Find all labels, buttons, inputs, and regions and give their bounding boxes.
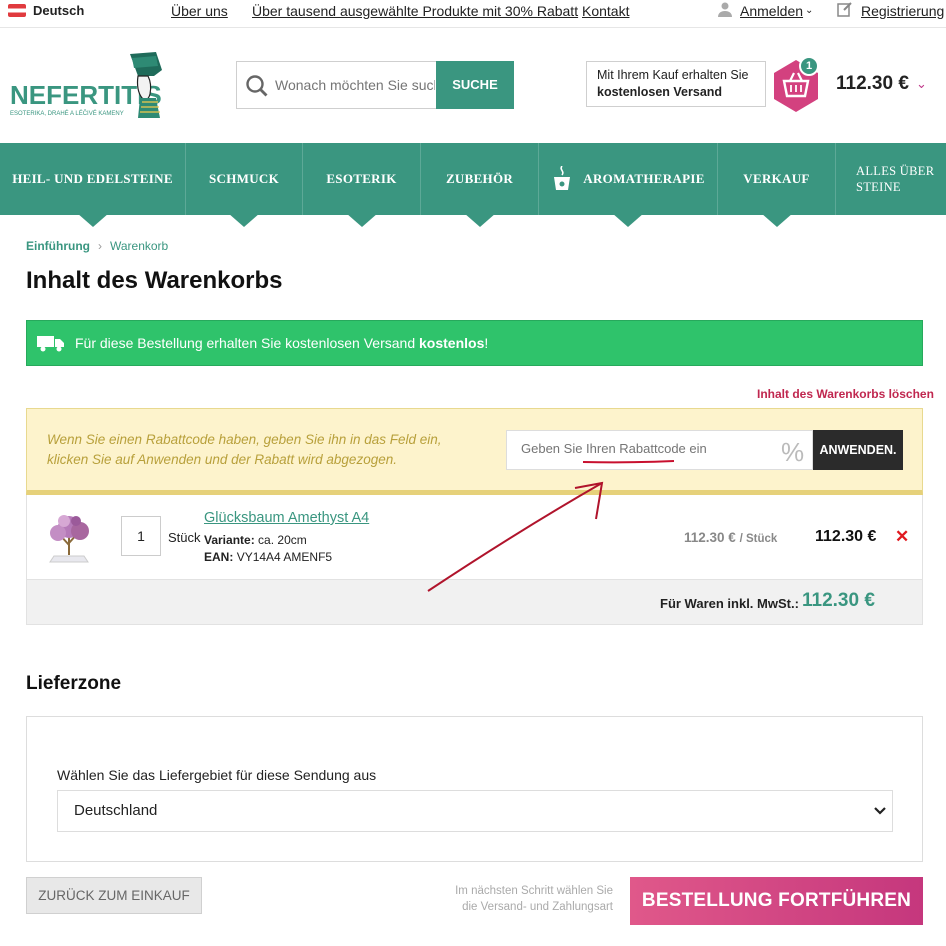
page-title: Inhalt des Warenkorbs: [26, 267, 283, 294]
unit-price: 112.30 € / Stück: [684, 530, 777, 545]
product-thumbnail[interactable]: [38, 507, 100, 567]
unit-price-value: 112.30 €: [684, 530, 736, 545]
free-shipping-alert: Für diese Bestellung erhalten Sie kosten…: [26, 320, 923, 366]
cart-summary: Für Waren inkl. MwSt.: 112.30 €: [26, 579, 923, 625]
product-variant: Variante: ca. 20cm: [204, 533, 307, 547]
nav-item-esoteric[interactable]: ESOTERIK: [303, 143, 421, 227]
shipping-info-line2: kostenlosen Versand: [597, 85, 723, 99]
shipping-info-line1: Mit Ihrem Kauf erhalten Sie: [597, 68, 749, 82]
variant-label: Variante:: [204, 533, 255, 547]
nav-arrow: [612, 213, 644, 227]
truck-icon: [37, 336, 64, 352]
delivery-zone-select[interactable]: Deutschland: [57, 790, 893, 832]
nav-item-aromatherapy[interactable]: AROMATHERAPIE: [539, 143, 718, 227]
summary-total: 112.30 €: [802, 590, 875, 611]
clear-cart-link[interactable]: Inhalt des Warenkorbs löschen: [757, 387, 934, 401]
search-button[interactable]: SUCHE: [436, 61, 514, 109]
remove-item-icon[interactable]: ✕: [895, 527, 909, 547]
line-total: 112.30 €: [815, 528, 877, 545]
quantity-input[interactable]: 1: [121, 516, 161, 556]
user-icon: [718, 2, 732, 17]
variant-value: ca. 20cm: [258, 533, 307, 547]
cart-total[interactable]: 112.30 €: [836, 73, 909, 95]
percent-icon: %: [781, 437, 805, 467]
main-nav: HEIL- UND EDELSTEINE SCHMUCK ESOTERIK ZU…: [0, 143, 946, 227]
apply-coupon-button[interactable]: ANWENDEN.: [813, 430, 903, 470]
login-link[interactable]: Anmelden: [740, 3, 803, 19]
coupon-field: %: [506, 430, 813, 470]
register-link[interactable]: Registrierung: [861, 3, 944, 19]
nav-label: ALLES ÜBER STEINE: [856, 163, 934, 195]
next-step-hint: Im nächsten Schritt wählen Sie die Versa…: [430, 883, 613, 915]
nav-arrow: [228, 213, 260, 227]
nav-label: AROMATHERAPIE: [583, 171, 705, 186]
nav-arrow: [76, 213, 109, 227]
product-name-link[interactable]: Glücksbaum Amethyst A4: [204, 510, 369, 526]
search-input[interactable]: [275, 74, 435, 96]
aroma-lamp-icon: [554, 166, 571, 190]
chevron-down-icon: ⌄: [805, 5, 814, 16]
search-icon: [246, 75, 268, 97]
coupon-section: Wenn Sie einen Rabattcode haben, geben S…: [26, 408, 923, 495]
delivery-title: Lieferzone: [26, 673, 122, 694]
logo[interactable]: NEFERTITIS ESOTERIKA, DRAHÉ A LÉČIVÉ KAM…: [8, 50, 168, 130]
contact-link[interactable]: Kontakt: [582, 3, 629, 19]
nav-item-sale[interactable]: VERKAUF: [718, 143, 836, 227]
nav-arrow: [760, 213, 793, 227]
hint-line2: die Versand- und Zahlungsart: [462, 901, 613, 913]
nav-label: ESOTERIK: [326, 171, 397, 186]
alert-bold: kostenlos: [419, 335, 485, 351]
cart-item-row: 1 Stück Glücksbaum Amethyst A4 Variante:…: [26, 495, 923, 579]
edit-icon: [837, 2, 852, 17]
nav-arrow: [463, 213, 496, 227]
breadcrumb-separator-icon: ›: [97, 239, 102, 253]
ean-value: VY14A4 AMENF5: [236, 550, 333, 564]
about-link[interactable]: Über uns: [171, 3, 228, 19]
nav-item-about-stones[interactable]: ALLES ÜBER STEINE: [836, 143, 946, 215]
alert-text: Für diese Bestellung erhalten Sie kosten…: [75, 335, 419, 351]
continue-order-button[interactable]: BESTELLUNG FORTFÜHREN: [630, 877, 923, 925]
discount-products-link[interactable]: Über tausend ausgewählte Produkte mit 30…: [252, 3, 578, 19]
delivery-zone-label: Wählen Sie das Liefergebiet für diese Se…: [57, 767, 377, 783]
breadcrumb-home[interactable]: Einführung: [26, 239, 90, 253]
hint-line1: Im nächsten Schritt wählen Sie: [455, 885, 613, 897]
top-bar: Deutsch Über uns Über tausend ausgewählt…: [0, 0, 946, 28]
nav-item-gemstones[interactable]: HEIL- UND EDELSTEINE: [0, 143, 186, 227]
coupon-input[interactable]: [521, 441, 771, 456]
header: NEFERTITIS ESOTERIKA, DRAHÉ A LÉČIVÉ KAM…: [0, 28, 946, 143]
back-to-shop-button[interactable]: ZURÜCK ZUM EINKAUF: [26, 877, 202, 914]
nav-label: VERKAUF: [743, 171, 810, 186]
summary-label: Für Waren inkl. MwSt.:: [660, 596, 799, 611]
nav-label-line1: ALLES ÜBER: [856, 164, 935, 178]
alert-end: !: [484, 335, 489, 351]
product-ean: EAN: VY14A4 AMENF5: [204, 550, 332, 564]
delivery-zone-box: Wählen Sie das Liefergebiet für diese Se…: [26, 716, 923, 862]
free-shipping-info: Mit Ihrem Kauf erhalten Sie kostenlosen …: [586, 61, 766, 107]
ean-label: EAN:: [204, 550, 234, 564]
language-selector[interactable]: Deutsch: [33, 3, 84, 18]
nav-label: SCHMUCK: [209, 171, 279, 186]
logo-tagline: ESOTERIKA, DRAHÉ A LÉČIVÉ KAMENY: [10, 111, 124, 117]
nav-item-jewelry[interactable]: SCHMUCK: [186, 143, 303, 227]
nav-label-line2: STEINE: [856, 180, 901, 194]
breadcrumb-current: Warenkorb: [109, 239, 169, 253]
chevron-down-icon[interactable]: ⌄: [916, 76, 927, 92]
chevron-down-icon: [874, 807, 886, 815]
cart-count-badge: 1: [799, 56, 819, 76]
austria-flag-icon: [8, 4, 26, 17]
breadcrumb: Einführung › Warenkorb: [26, 239, 168, 253]
nav-arrow: [345, 213, 378, 227]
nav-label: ZUBEHÖR: [445, 171, 514, 186]
nefertiti-head-icon: [130, 52, 162, 118]
unit-price-suffix: / Stück: [739, 533, 778, 545]
coupon-info: Wenn Sie einen Rabattcode haben, geben S…: [47, 432, 442, 467]
nav-item-accessories[interactable]: ZUBEHÖR: [421, 143, 539, 227]
nav-label: HEIL- UND EDELSTEINE: [12, 171, 173, 186]
quantity-unit: Stück: [168, 530, 201, 545]
delivery-zone-value: Deutschland: [74, 802, 158, 819]
